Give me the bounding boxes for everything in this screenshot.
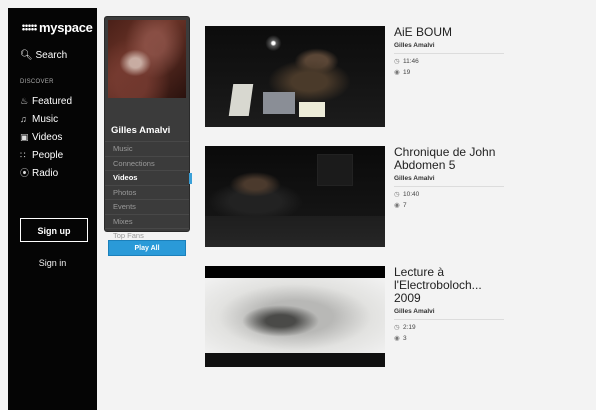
- play-count-icon: ◉: [394, 335, 400, 342]
- video-plays: ◉ 3: [394, 334, 504, 342]
- thumb-detail: [317, 154, 353, 186]
- video-duration: ◷ 10:40: [394, 190, 504, 198]
- logo-text: myspace: [39, 20, 93, 35]
- video-icon: ▣: [20, 132, 29, 142]
- search-icon: 🔍︎: [20, 50, 33, 61]
- profile-menu-videos[interactable]: Videos: [105, 170, 192, 185]
- logo-dots-icon: [22, 24, 37, 31]
- clock-icon: ◷: [394, 58, 400, 65]
- profile-name[interactable]: Gilles Amalvi: [111, 125, 170, 136]
- flame-icon: ♨: [20, 96, 29, 106]
- video-title[interactable]: AiE BOUM: [394, 26, 504, 39]
- thumb-detail: [228, 84, 254, 116]
- profile-menu-music[interactable]: Music: [105, 141, 189, 156]
- clock-icon: ◷: [394, 191, 400, 198]
- nav-item-people[interactable]: ∷ People: [20, 146, 72, 164]
- profile-menu: Music Connections Videos Photos Events M…: [105, 141, 192, 243]
- nav-item-radio[interactable]: ⦿ Radio: [20, 164, 72, 182]
- nav-item-label: People: [32, 150, 64, 161]
- profile-menu-events[interactable]: Events: [105, 199, 189, 214]
- play-count-icon: ◉: [394, 202, 400, 209]
- count-value: 3: [403, 335, 407, 342]
- thumb-detail: [299, 102, 325, 117]
- video-plays: ◉ 19: [394, 68, 504, 76]
- thumb-detail: [263, 92, 295, 114]
- nav-item-label: Videos: [32, 132, 63, 143]
- video-thumbnail[interactable]: [205, 266, 385, 367]
- video-author[interactable]: Gilles Amalvi: [394, 175, 504, 187]
- video-title[interactable]: Lecture à l'Electroboloch... 2009: [394, 266, 504, 305]
- video-author[interactable]: Gilles Amalvi: [394, 42, 504, 54]
- profile-menu-mixes[interactable]: Mixes: [105, 213, 189, 229]
- clock-icon: ◷: [394, 324, 400, 331]
- duration-value: 2:19: [403, 324, 416, 331]
- discover-heading: DISCOVER: [20, 79, 54, 85]
- video-author[interactable]: Gilles Amalvi: [394, 308, 504, 320]
- profile-menu-connections[interactable]: Connections: [105, 155, 189, 171]
- nav-item-videos[interactable]: ▣ Videos: [20, 128, 72, 146]
- discover-list: ♨ Featured ♫ Music ▣ Videos ∷ People ⦿ Radio: [20, 92, 72, 182]
- video-plays: ◉ 7: [394, 201, 504, 209]
- main-nav: myspace 🔍︎ Search DISCOVER ♨ Featured ♫ Mu…: [8, 8, 97, 410]
- count-value: 7: [403, 202, 407, 209]
- play-all-button[interactable]: Play All: [108, 240, 186, 256]
- thumb-detail: [205, 353, 385, 367]
- duration-value: 10:40: [403, 191, 420, 198]
- nav-item-label: Radio: [32, 168, 59, 179]
- nav-item-label: Featured: [32, 96, 73, 107]
- music-note-icon: ♫: [20, 114, 27, 124]
- nav-item-music[interactable]: ♫ Music: [20, 110, 72, 128]
- video-thumbnail[interactable]: [205, 146, 385, 247]
- video-info: Chronique de John Abdomen 5 Gilles Amalv…: [394, 146, 504, 209]
- duration-value: 11:46: [403, 58, 419, 65]
- thumb-detail: [205, 278, 385, 356]
- signup-button[interactable]: Sign up: [20, 218, 88, 242]
- video-duration: ◷ 11:46: [394, 57, 504, 65]
- play-count-icon: ◉: [394, 69, 400, 76]
- profile-card: Gilles Amalvi Music Connections Videos P…: [105, 17, 192, 240]
- search-label: Search: [35, 50, 68, 61]
- video-duration: ◷ 2:19: [394, 323, 504, 331]
- video-title[interactable]: Chronique de John Abdomen 5: [394, 146, 504, 172]
- video-info: AiE BOUM Gilles Amalvi ◷ 11:46 ◉ 19: [394, 26, 504, 76]
- radio-icon: ⦿: [20, 168, 30, 178]
- nav-item-featured[interactable]: ♨ Featured: [20, 92, 72, 110]
- people-icon: ∷: [20, 150, 26, 160]
- count-value: 19: [403, 69, 411, 76]
- profile-photo[interactable]: [108, 20, 186, 98]
- video-thumbnail[interactable]: [205, 26, 385, 127]
- profile-menu-photos[interactable]: Photos: [105, 184, 189, 200]
- nav-item-label: Music: [32, 114, 59, 125]
- myspace-logo[interactable]: myspace: [22, 20, 93, 35]
- video-info: Lecture à l'Electroboloch... 2009 Gilles…: [394, 266, 504, 342]
- signin-link[interactable]: Sign in: [8, 258, 97, 268]
- nav-search[interactable]: 🔍︎ Search: [20, 50, 67, 61]
- thumb-detail: [205, 216, 385, 247]
